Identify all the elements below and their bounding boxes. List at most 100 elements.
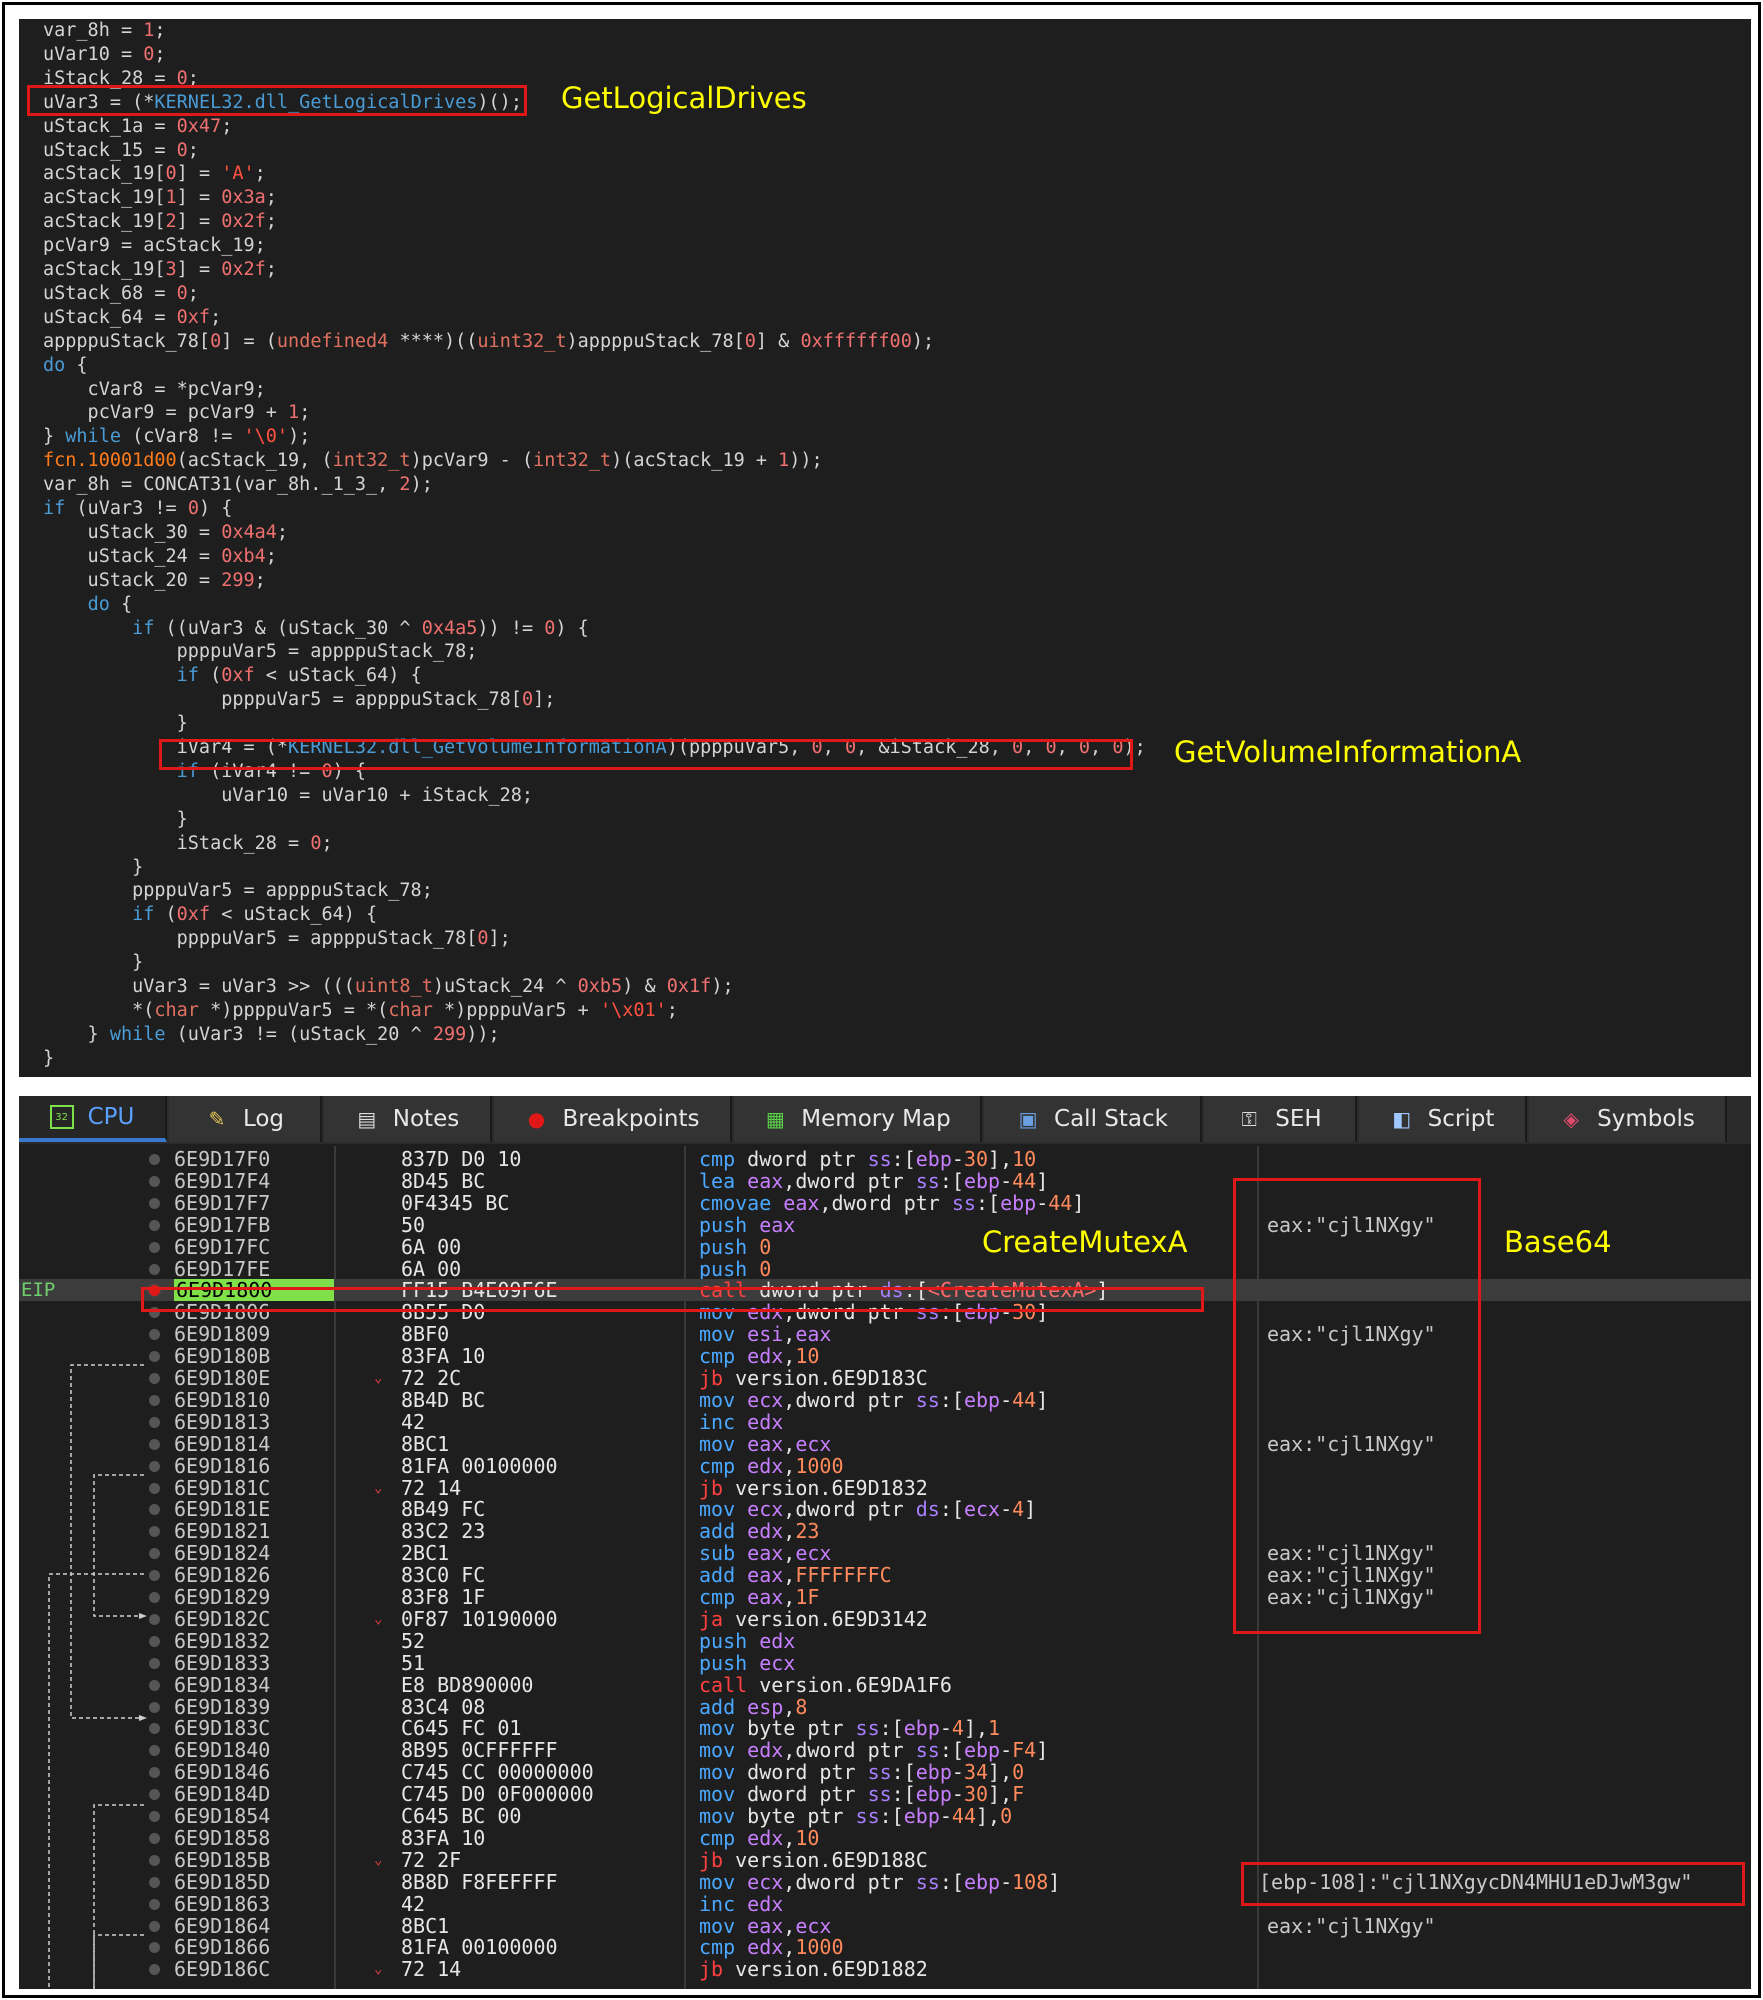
breakpoint-dot-icon[interactable] [149,1351,160,1363]
disasm-row[interactable]: 6E9D1813 42 inc edx [19,1411,1751,1433]
breakpoint-dot-icon[interactable] [149,1635,160,1647]
instruction-token: version.6E9D183C [723,1366,928,1390]
address: 6E9D1864 [174,1913,271,1938]
code-line: ppppuVar5 = appppuStack_78[0]; [43,927,511,951]
tab-breakpoints[interactable]: ● Breakpoints [494,1096,732,1142]
breakpoint-dot-icon[interactable] [149,1175,160,1187]
disasm-row[interactable]: 6E9D181E 8B49 FC mov ecx,dword ptr ds:[ecx… [19,1498,1751,1520]
breakpoint-dot-icon[interactable] [149,1526,160,1538]
code-token: ; [187,282,199,304]
breakpoint-dot-icon[interactable] [149,1854,160,1866]
breakpoint-dot-icon[interactable] [149,1767,160,1779]
instruction: mov esi,eax [699,1323,831,1345]
disasm-row[interactable]: 6E9D1809 8BF0 mov esi,eax eax:"cjl1NXgy" [19,1323,1751,1345]
disasm-row[interactable]: 6E9D181C ⌄ 72 14 jb version.6E9D1832 [19,1477,1751,1499]
breakpoint-dot-icon[interactable] [149,1154,160,1165]
tab-log[interactable]: ✎ Log [169,1096,322,1142]
breakpoint-dot-icon[interactable] [149,1197,160,1209]
disasm-row[interactable]: 6E9D1824 2BC1 sub eax,ecx eax:"cjl1NXgy" [19,1542,1751,1564]
breakpoint-dot-icon[interactable] [149,1394,160,1406]
tab-cpu[interactable]: 32 CPU [19,1096,167,1142]
disasm-row[interactable]: 6E9D1821 83C2 23 add edx,23 [19,1520,1751,1542]
disasm-row[interactable]: 6E9D1816 81FA 00100000 cmp edx,1000 [19,1455,1751,1477]
breakpoint-dot-icon[interactable] [149,1460,160,1472]
breakpoint-dot-icon[interactable] [149,1964,160,1976]
disasm-row[interactable]: 6E9D182C ⌄ 0F87 10190000 ja version.6E9D314… [19,1608,1751,1630]
code-token: ; [210,306,222,328]
instruction-token: mov [699,1716,736,1741]
disasm-row[interactable]: 6E9D1826 83C0 FC add eax,FFFFFFFC eax:"cjl1… [19,1564,1751,1586]
disasm-row[interactable]: 6E9D1832 52 push edx [19,1630,1751,1652]
tab-notes[interactable]: ▤ Notes [324,1096,492,1142]
disasm-row[interactable]: 6E9D183C C645 FC 01 mov byte ptr ss:[ebp-4… [19,1717,1751,1739]
disasm-row[interactable]: 6E9D186C ⌄ 72 14 jb version.6E9D1882 [19,1958,1751,1980]
instruction-token [747,1629,759,1653]
breakpoint-dot-icon[interactable] [149,1613,160,1625]
breakpoint-dot-icon[interactable] [149,1504,160,1516]
instruction-token: :[ [891,1782,916,1807]
breakpoint-dot-icon[interactable] [149,1723,160,1735]
disasm-row[interactable]: 6E9D1829 83F8 1F cmp eax,1F eax:"cjl1NXgy" [19,1586,1751,1608]
breakpoint-dot-icon[interactable] [149,1329,160,1341]
breakpoint-dot-icon[interactable] [149,1920,160,1932]
breakpoint-dot-icon[interactable] [149,1832,160,1844]
disasm-row[interactable]: 6E9D1839 83C4 08 add esp,8 [19,1696,1751,1718]
breakpoint-dot-icon[interactable] [149,1219,160,1231]
breakpoint-dot-icon[interactable] [149,1416,160,1428]
disasm-row[interactable]: 6E9D180E ⌄ 72 2C jb version.6E9D183C [19,1367,1751,1389]
breakpoint-dot-icon[interactable] [149,1657,160,1669]
code-token: 0x3a [221,187,266,209]
breakpoint-dot-icon[interactable] [149,1570,160,1582]
disasm-row[interactable]: 6E9D1858 83FA 10 cmp edx,10 [19,1827,1751,1849]
breakpoint-dot-icon[interactable] [149,1679,160,1691]
disasm-row[interactable]: 6E9D180B 83FA 10 cmp edx,10 [19,1345,1751,1367]
code-token: 0 [744,330,756,352]
disasm-row[interactable]: 6E9D17F4 8D45 BC lea eax,dword ptr ss:[ebp… [19,1170,1751,1192]
breakpoint-dot-icon[interactable] [149,1241,160,1253]
breakpoint-dot-icon[interactable] [149,1263,160,1275]
code-token: while [65,426,121,448]
tab-script[interactable]: ◧ Script [1359,1096,1527,1142]
disasm-row[interactable]: 6E9D1864 8BC1 mov eax,ecx eax:"cjl1NXgy" [19,1915,1751,1937]
breakpoint-dot-icon[interactable] [149,1876,160,1888]
tab-symbols[interactable]: ◈ Symbols [1529,1096,1727,1142]
disasm-row[interactable]: 6E9D1810 8B4D BC mov ecx,dword ptr ss:[ebp… [19,1389,1751,1411]
disasm-row[interactable]: 6E9D1866 81FA 00100000 cmp edx,1000 [19,1936,1751,1958]
breakpoint-dot-icon[interactable] [149,1482,160,1494]
breakpoint-dot-icon[interactable] [149,1942,160,1954]
breakpoint-dot-icon[interactable] [149,1789,160,1801]
instruction-token: dword ptr [735,1760,868,1785]
disasm-row[interactable]: 6E9D184D C745 D0 0F000000 mov dword ptr ss… [19,1783,1751,1805]
instruction-token: ss [855,1716,880,1741]
breakpoint-dot-icon[interactable] [149,1898,160,1910]
breakpoint-dot-icon[interactable] [149,1373,160,1384]
code-token: ) { [555,617,589,639]
tab-seh[interactable]: ⚿ SEH [1204,1096,1357,1142]
disasm-row[interactable]: 6E9D1814 8BC1 mov eax,ecx eax:"cjl1NXgy" [19,1433,1751,1455]
disasm-row[interactable]: 6E9D17FB 50 push eax eax:"cjl1NXgy" [19,1214,1751,1236]
disasm-row[interactable]: 6E9D17FC 6A 00 push 0 [19,1236,1751,1258]
disasm-row[interactable]: 6E9D17F0 837D D0 10 cmp dword ptr ss:[ebp-… [19,1148,1751,1170]
tab-memory-map[interactable]: ▦ Memory Map [734,1096,982,1142]
code-token: uStack_64 = [43,306,177,328]
disasm-row[interactable]: 6E9D1840 8B95 0CFFFFFF mov edx,dword ptr s… [19,1739,1751,1761]
breakpoint-dot-icon[interactable] [149,1701,160,1713]
instruction-token: ], [988,1147,1013,1171]
instruction-token: edx [747,1453,784,1478]
breakpoint-dot-icon[interactable] [149,1548,160,1560]
breakpoint-dot-icon[interactable] [149,1745,160,1757]
code-token: ( [198,665,222,687]
disasm-row[interactable]: 6E9D1854 C645 BC 00 mov byte ptr ss:[ebp-4… [19,1805,1751,1827]
disasm-row[interactable]: 6E9D17FE 6A 00 push 0 [19,1258,1751,1280]
breakpoint-dot-icon[interactable] [149,1438,160,1450]
disasm-row[interactable]: 6E9D1834 E8 BD890000 call version.6E9DA1F6 [19,1674,1751,1696]
breakpoint-dot-icon[interactable] [149,1811,160,1822]
tab-call-stack[interactable]: ▣ Call Stack [984,1096,1202,1142]
breakpoint-dot-icon[interactable] [149,1592,160,1603]
code-token: '\0' [243,426,289,448]
disasm-row[interactable]: 6E9D1833 51 push ecx [19,1652,1751,1674]
disasm-row[interactable]: 6E9D1846 C745 CC 00000000 mov dword ptr ss… [19,1761,1751,1783]
disasm-row[interactable]: 6E9D17F7 0F4345 BC cmovae eax,dword ptr ss… [19,1192,1751,1214]
disassembly-view[interactable]: 6E9D17F0 837D D0 10 cmp dword ptr ss:[ebp-… [19,1146,1751,1989]
tab-label: Breakpoints [562,1106,700,1132]
